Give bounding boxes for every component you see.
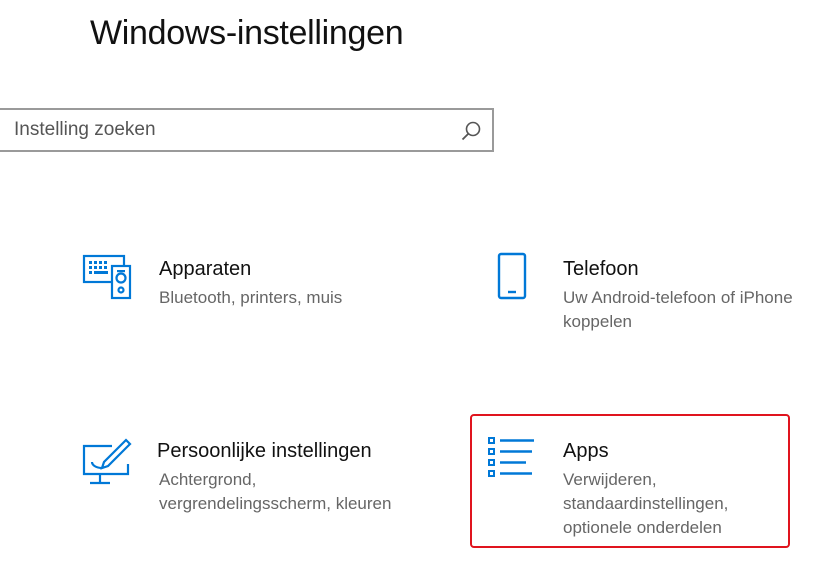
tile-persoonlijke-instellingen[interactable]: Persoonlijke instellingen Achtergrond, v… xyxy=(78,430,408,540)
tile-description: Bluetooth, printers, muis xyxy=(159,288,343,307)
search-box[interactable] xyxy=(0,108,494,152)
phone-icon xyxy=(497,252,527,300)
devices-icon xyxy=(82,254,132,300)
tile-title: Apparaten xyxy=(159,258,252,280)
tile-title: Persoonlijke instellingen xyxy=(157,440,372,462)
tile-title: Telefoon xyxy=(563,258,639,280)
tile-title: Apps xyxy=(563,440,609,462)
tile-apps[interactable]: Apps Verwijderen, standaardinstellingen,… xyxy=(482,430,782,540)
personalization-icon xyxy=(82,438,132,485)
search-input[interactable] xyxy=(0,110,438,150)
tile-telefoon[interactable]: Telefoon Uw Android-telefoon of iPhone k… xyxy=(482,248,830,358)
page-title: Windows-instellingen xyxy=(90,14,404,52)
tile-description: Achtergrond, vergrendelingsscherm, kleur… xyxy=(159,470,392,513)
tile-description: Verwijderen, standaardinstellingen, opti… xyxy=(563,470,729,537)
tile-apparaten[interactable]: Apparaten Bluetooth, printers, muis xyxy=(78,248,408,358)
tile-description: Uw Android-telefoon of iPhone koppelen xyxy=(563,288,793,331)
search-icon[interactable] xyxy=(460,120,482,142)
apps-icon xyxy=(488,437,534,477)
